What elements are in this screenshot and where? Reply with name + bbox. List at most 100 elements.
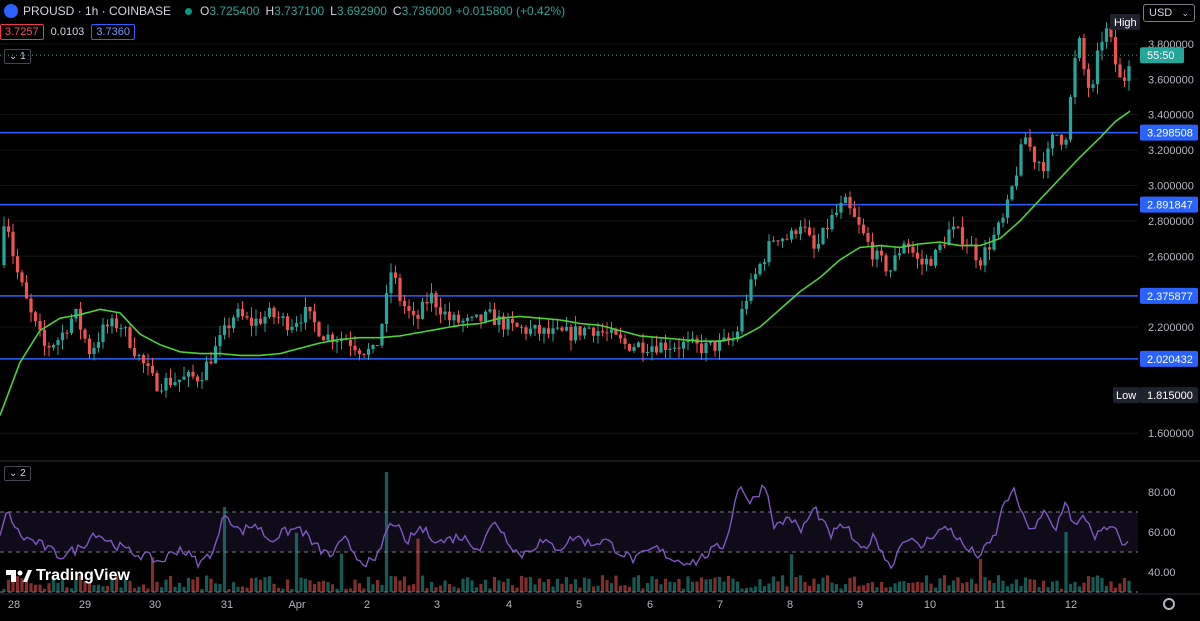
candle-body (29, 298, 33, 313)
volume-bar (281, 588, 285, 592)
time-tick-label: 30 (149, 599, 161, 611)
chart-svg[interactable]: 3.8000003.6000003.4000003.2000003.000000… (0, 0, 1200, 616)
candle-body (569, 326, 573, 341)
volume-bar (326, 581, 330, 592)
candle-body (560, 327, 564, 331)
rsi-tick-label: 40.00 (1148, 567, 1176, 579)
candle-body (438, 307, 443, 315)
candle-body (452, 314, 456, 321)
volume-bar (317, 581, 321, 592)
volume-bar (1064, 532, 1068, 592)
candle-body (924, 258, 929, 265)
volume-bar (609, 583, 614, 592)
candle-body (744, 300, 749, 309)
candle-body (182, 376, 186, 380)
volume-bar (344, 588, 348, 592)
volume-bar (461, 578, 465, 592)
rsi-pane-tag[interactable]: ⌄ 2 (4, 466, 31, 481)
volume-bar (303, 578, 308, 592)
candle-body (74, 308, 78, 319)
currency-label: USD (1149, 7, 1173, 19)
volume-bar (731, 578, 735, 592)
time-tick-label: 11 (994, 599, 1005, 611)
candle-body (515, 323, 519, 327)
candle-body (555, 327, 560, 329)
volume-bar (2, 588, 6, 592)
close-label: C (392, 4, 402, 18)
candle-body (672, 347, 677, 349)
volume-bar (182, 586, 186, 592)
candle-body (659, 342, 663, 353)
volume-bar (663, 578, 668, 592)
candle-body (636, 342, 641, 348)
candle-body (884, 255, 888, 272)
candle-body (573, 326, 578, 341)
volume-bar (933, 587, 938, 592)
candle-body (470, 316, 474, 318)
volume-bar (987, 580, 992, 592)
volume-bar (551, 586, 555, 592)
volume-bar (645, 583, 650, 592)
candle-body (479, 314, 483, 322)
candle-body (51, 344, 56, 348)
volume-bar (749, 587, 753, 592)
candle-body (1028, 137, 1032, 147)
candle-body (33, 312, 38, 321)
volume-bar (371, 584, 375, 592)
volume-bar (924, 575, 929, 592)
candle-body (771, 240, 776, 242)
volume-bar (1113, 587, 1118, 592)
candle-body (582, 328, 587, 336)
ask-price-button[interactable]: 3.7360 (91, 24, 135, 40)
candle-body (564, 326, 569, 331)
candle-body (200, 380, 204, 382)
volume-bar (650, 576, 654, 592)
rsi-tick-label: 80.00 (1148, 487, 1176, 499)
volume-bar (587, 578, 591, 592)
volume-bar (686, 576, 690, 592)
volume-bar (879, 582, 884, 592)
bid-price-button[interactable]: 3.7257 (0, 24, 44, 40)
tradingview-logo[interactable]: TradingView (6, 567, 130, 585)
candle-body (335, 341, 339, 343)
volume-bar (321, 580, 326, 592)
main-pane-tag[interactable]: ⌄ 1 (4, 49, 31, 64)
volume-bar (911, 582, 915, 592)
candle-body (861, 224, 866, 234)
candle-body (411, 310, 416, 315)
candle-body (623, 338, 627, 345)
volume-bar (978, 558, 983, 592)
volume-bar (533, 584, 537, 592)
candle-body (128, 327, 132, 348)
volume-bar (195, 577, 200, 592)
candle-body (123, 327, 128, 329)
candle-body (816, 244, 821, 249)
candle-body (960, 227, 965, 245)
volume-bar (695, 581, 699, 592)
candle-body (416, 314, 420, 319)
volume-bar (42, 588, 47, 592)
low-value: 3.692900 (336, 4, 387, 18)
volume-bar (947, 585, 951, 592)
gear-icon[interactable] (1163, 598, 1175, 610)
candle-body (443, 311, 447, 315)
candle-body (78, 308, 83, 330)
candle-body (951, 226, 956, 230)
currency-select[interactable]: USD ⌄ (1143, 4, 1195, 22)
volume-bar (1005, 586, 1010, 592)
candle-body (425, 301, 429, 304)
candle-body (407, 306, 411, 311)
candle-body (875, 250, 879, 260)
volume-bar (380, 584, 384, 592)
candle-body (830, 214, 834, 230)
candle-body (263, 316, 267, 324)
volume-bar (1046, 587, 1050, 592)
time-tick-label: 12 (1065, 599, 1077, 611)
volume-bar (222, 507, 227, 592)
volume-bar (434, 587, 438, 592)
high-tag-label: High (1114, 17, 1137, 29)
volume-bar (1014, 579, 1019, 592)
candle-body (191, 371, 195, 377)
symbol-title[interactable]: PROUSD · 1h · COINBASE (23, 4, 171, 18)
volume-bar (893, 583, 897, 592)
